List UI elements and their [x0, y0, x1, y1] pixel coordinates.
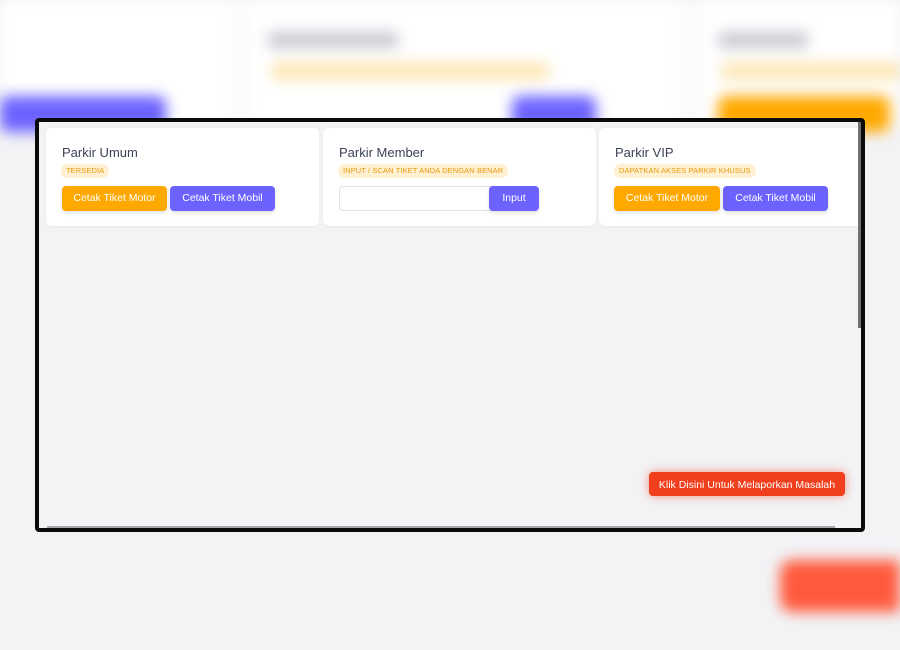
card-parkir-vip: Parkir VIP DAPATKAN AKSES PARKIR KHUSUS …: [599, 128, 861, 226]
print-motor-ticket-button[interactable]: Cetak Tiket Motor: [62, 186, 167, 211]
print-car-ticket-button[interactable]: Cetak Tiket Mobil: [170, 186, 275, 211]
horizontal-scrollbar[interactable]: [47, 526, 835, 528]
parking-cards: Parkir Umum TERSEDIA Cetak Tiket Motor C…: [46, 128, 861, 226]
card-parkir-member: Parkir Member INPUT / SCAN TIKET ANDA DE…: [323, 128, 596, 226]
background-title: [268, 32, 398, 48]
background-badge: [270, 62, 550, 80]
report-problem-button[interactable]: Klik Disini Untuk Melaporkan Masalah: [649, 472, 845, 496]
print-motor-ticket-button[interactable]: Cetak Tiket Motor: [614, 186, 720, 211]
ticket-input[interactable]: [339, 186, 497, 211]
card-parkir-umum: Parkir Umum TERSEDIA Cetak Tiket Motor C…: [46, 128, 319, 226]
input-submit-button[interactable]: Input: [489, 186, 539, 211]
instruction-badge: INPUT / SCAN TIKET ANDA DENGAN BENAR: [338, 164, 509, 178]
card-title: Parkir Member: [339, 145, 425, 160]
card-title: Parkir VIP: [615, 145, 674, 160]
info-badge: DAPATKAN AKSES PARKIR KHUSUS: [614, 164, 756, 178]
card-title: Parkir Umum: [62, 145, 138, 160]
app-window: Parkir Umum TERSEDIA Cetak Tiket Motor C…: [35, 118, 865, 532]
print-car-ticket-button[interactable]: Cetak Tiket Mobil: [723, 186, 828, 211]
background-badge: [720, 62, 900, 80]
background-report-button: [780, 560, 900, 612]
scrollbar[interactable]: [858, 122, 861, 328]
status-badge: TERSEDIA: [61, 164, 110, 178]
background-title: [718, 32, 808, 48]
